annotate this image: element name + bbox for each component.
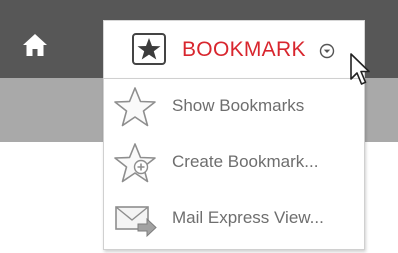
menu-item-mail-express-view[interactable]: Mail Express View... [104, 191, 364, 247]
mail-forward-icon [112, 197, 158, 246]
star-icon [132, 33, 166, 70]
home-icon [23, 34, 47, 56]
chevron-down-circle-icon [319, 43, 335, 64]
menu-item-create-bookmark[interactable]: Create Bookmark... [104, 135, 364, 191]
bookmark-tab-label: BOOKMARK [182, 38, 306, 61]
menu-item-label: Mail Express View... [172, 208, 324, 227]
bookmark-tab[interactable]: BOOKMARK [103, 20, 365, 78]
star-plus-icon [112, 141, 158, 190]
bookmark-dropdown-menu: Show Bookmarks Create Bookmark... Mail E… [103, 78, 365, 250]
home-button[interactable] [20, 30, 50, 60]
mouse-pointer-icon [349, 53, 371, 92]
menu-item-label: Create Bookmark... [172, 152, 319, 171]
menu-item-label: Show Bookmarks [172, 96, 305, 115]
star-outline-icon [112, 85, 158, 134]
menu-item-show-bookmarks[interactable]: Show Bookmarks [104, 79, 364, 135]
